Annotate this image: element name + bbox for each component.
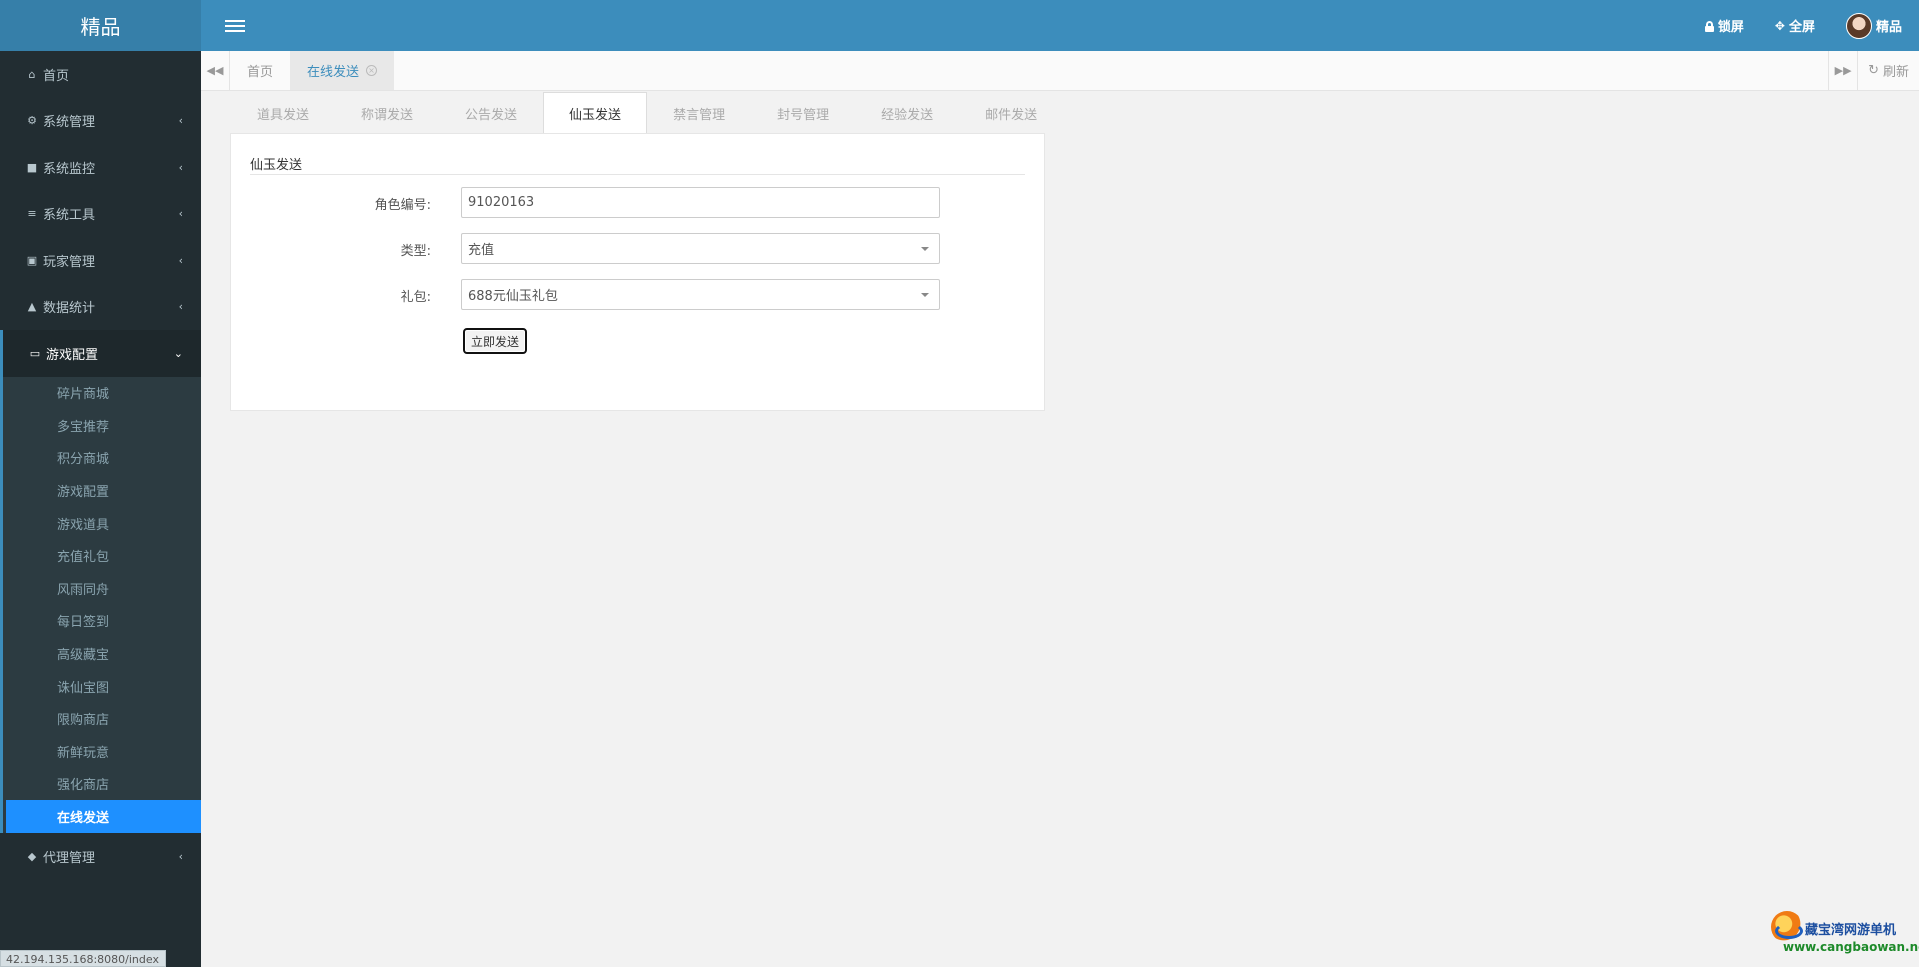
- bars-icon: ≡: [27, 207, 37, 221]
- id-card-icon: ▣: [26, 253, 38, 267]
- sidebar-subitem[interactable]: 游戏配置: [3, 474, 201, 507]
- sidebar-subitem[interactable]: 多宝推荐: [3, 409, 201, 442]
- expand-icon: ✥: [1774, 18, 1785, 33]
- feature-tab[interactable]: 公告发送: [439, 92, 543, 133]
- feature-tab[interactable]: 称谓发送: [335, 92, 439, 133]
- sidebar-subitem[interactable]: 限购商店: [3, 702, 201, 735]
- sidebar-item-top-3[interactable]: ≡ 系统工具 ‹: [0, 191, 201, 238]
- sidebar-item-label: 系统监控: [43, 161, 96, 177]
- sidebar-item-label: 首页: [43, 68, 70, 84]
- refresh-icon: ↻: [1868, 63, 1879, 78]
- user-name: 精品: [1875, 20, 1902, 35]
- status-bar-url: 42.194.135.168:8080/index: [0, 950, 166, 967]
- sidebar-subitem[interactable]: 每日签到: [3, 605, 201, 638]
- send-now-button[interactable]: 立即发送: [463, 328, 527, 354]
- feature-tab[interactable]: 封号管理: [751, 92, 855, 133]
- top-header: 精品 锁屏 ✥ 全屏 精品: [0, 0, 1919, 51]
- gift-select[interactable]: 688元仙玉礼包: [461, 279, 940, 310]
- page-tab-bar: ◀◀ 首页 在线发送 × ▶▶ ↻ 刷新: [201, 51, 1919, 91]
- send-form-panel: 仙玉发送 角色编号: 91020163 类型: 充值 礼包: 688元仙玉礼包 …: [230, 133, 1045, 411]
- sidebar-toggle-icon[interactable]: [225, 17, 245, 35]
- dropdown-arrow-icon: [921, 247, 929, 251]
- sidebar-item-label: 系统工具: [43, 208, 96, 224]
- tab-label: 首页: [247, 65, 274, 80]
- sidebar-subitem[interactable]: 碎片商城: [3, 377, 201, 410]
- desktop-icon: ▭: [29, 346, 41, 360]
- user-menu[interactable]: 精品: [1845, 12, 1902, 39]
- chevron-left-icon: ‹: [178, 849, 183, 863]
- sidebar-subitem[interactable]: 风雨同舟: [3, 572, 201, 605]
- sidebar-subitem[interactable]: 诛仙宝图: [3, 670, 201, 703]
- type-label: 类型:: [400, 244, 431, 259]
- sidebar-subitem[interactable]: 在线发送: [6, 800, 201, 833]
- sidebar-item-top-5[interactable]: ▲ 数据统计 ‹: [0, 284, 201, 331]
- lock-screen-label: 锁屏: [1717, 20, 1744, 35]
- dropdown-arrow-icon: [921, 293, 929, 297]
- feature-tab[interactable]: 仙玉发送: [543, 92, 648, 133]
- chevron-down-icon: ⌄: [173, 346, 183, 360]
- role-id-label: 角色编号:: [374, 198, 431, 213]
- chevron-left-icon: ‹: [178, 253, 183, 267]
- gift-value: 688元仙玉礼包: [468, 289, 558, 304]
- watermark-url: www.cangbaowan.net: [1783, 940, 1919, 954]
- form-legend: 仙玉发送: [250, 154, 1025, 175]
- lock-screen-button[interactable]: 锁屏: [1704, 16, 1744, 35]
- chevron-left-icon: ‹: [178, 300, 183, 314]
- tab-home[interactable]: 首页: [230, 51, 290, 90]
- close-tab-icon[interactable]: ×: [366, 65, 378, 76]
- chevron-left-icon: ‹: [178, 114, 183, 128]
- feature-tabs: 道具发送 称谓发送 公告发送 仙玉发送 禁言管理 封号管理 经验发送 邮件发送: [231, 92, 1063, 133]
- chevron-left-icon: ‹: [178, 160, 183, 174]
- sidebar-item-label: 游戏配置: [46, 347, 99, 363]
- sidebar-subitem[interactable]: 新鲜玩意: [3, 735, 201, 768]
- feature-tab[interactable]: 经验发送: [855, 92, 959, 133]
- refresh-label: 刷新: [1882, 65, 1909, 80]
- sidebar-group-game-config: ▭ 游戏配置 ⌄ 碎片商城 多宝推荐 积分商城 游戏配置 游戏道具 充值礼包 风雨同舟 每日签…: [0, 330, 201, 833]
- sidebar-item-top-2[interactable]: ■ 系统监控 ‹: [0, 144, 201, 191]
- watermark-ring-icon: [1775, 923, 1803, 939]
- sidebar-subitem[interactable]: 积分商城: [3, 442, 201, 475]
- sidebar-subitem[interactable]: 游戏道具: [3, 507, 201, 540]
- users-icon: ◆: [27, 849, 37, 863]
- sidebar-item-game-config[interactable]: ▭ 游戏配置 ⌄: [3, 330, 201, 377]
- sidebar-item-bottom-0[interactable]: ◆ 代理管理 ‹: [0, 833, 201, 880]
- sidebar-item-label: 代理管理: [43, 850, 96, 866]
- sidebar-subitem[interactable]: 强化商店: [3, 768, 201, 801]
- sidebar-item-top-1[interactable]: ⚙ 系统管理 ‹: [0, 98, 201, 145]
- watermark: 藏宝湾网游单机 www.cangbaowan.net: [1771, 909, 1919, 959]
- sidebar-item-top-4[interactable]: ▣ 玩家管理 ‹: [0, 237, 201, 284]
- refresh-button[interactable]: ↻ 刷新: [1857, 51, 1919, 90]
- gift-label: 礼包:: [400, 290, 431, 305]
- sidebar-item-label: 玩家管理: [43, 254, 96, 270]
- feature-tab[interactable]: 道具发送: [231, 92, 335, 133]
- gear-icon: ⚙: [27, 114, 37, 128]
- watermark-title: 藏宝湾网游单机: [1805, 923, 1897, 938]
- tabs-scroll-left-button[interactable]: ◀◀: [201, 51, 230, 90]
- home-icon: ⌂: [28, 67, 36, 81]
- role-id-value: 91020163: [468, 195, 535, 210]
- sidebar-item-label: 系统管理: [43, 115, 96, 131]
- avatar: [1845, 12, 1872, 39]
- chevron-left-icon: ‹: [178, 207, 183, 221]
- app-logo[interactable]: 精品: [0, 0, 201, 51]
- feature-tab[interactable]: 禁言管理: [647, 92, 751, 133]
- fullscreen-button[interactable]: ✥ 全屏: [1774, 16, 1815, 36]
- header-actions: 锁屏 ✥ 全屏 精品: [1704, 12, 1919, 39]
- lock-icon: [1704, 20, 1714, 32]
- tab-online-send[interactable]: 在线发送 ×: [290, 51, 395, 90]
- role-id-input[interactable]: 91020163: [461, 187, 940, 218]
- sidebar-subitem[interactable]: 充值礼包: [3, 539, 201, 572]
- area-chart-icon: ▲: [27, 300, 37, 314]
- tab-label: 在线发送: [307, 65, 360, 80]
- sidebar-item-label: 数据统计: [43, 301, 96, 317]
- sidebar-subitem[interactable]: 高级藏宝: [3, 637, 201, 670]
- type-value: 充值: [468, 243, 495, 258]
- sidebar-item-top-0[interactable]: ⌂ 首页: [0, 51, 201, 98]
- tabs-scroll-right-button[interactable]: ▶▶: [1828, 51, 1857, 90]
- sidebar: ⌂ 首页 ⚙ 系统管理 ‹ ■ 系统监控 ‹ ≡ 系统工具 ‹ ▣ 玩家管理 ‹ ▲ 数据统计 ‹ ▭ 游戏配置…: [0, 51, 201, 967]
- fullscreen-label: 全屏: [1788, 20, 1815, 35]
- video-camera-icon: ■: [26, 160, 38, 174]
- type-select[interactable]: 充值: [461, 233, 940, 264]
- feature-tab[interactable]: 邮件发送: [959, 92, 1063, 133]
